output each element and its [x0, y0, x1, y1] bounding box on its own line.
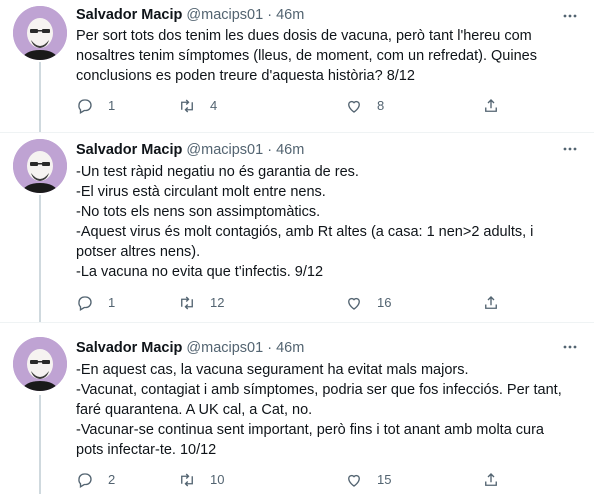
reply-button[interactable]: 1 — [76, 97, 115, 115]
tweet-text-line: Per sort tots dos tenim les dues dosis d… — [76, 28, 532, 44]
tweet-text-line: faré quarantena. A UK cal, a Cat, no. — [76, 402, 313, 418]
avatar-image — [13, 139, 67, 193]
author-name[interactable]: Salvador Macip — [76, 142, 182, 158]
reply-button[interactable]: 2 — [76, 471, 115, 489]
reply-icon — [78, 473, 92, 488]
tweet-header: Salvador Macip @macips01 · 46m — [76, 141, 304, 159]
retweet-icon — [181, 99, 193, 113]
tweet-text-line: conclusions es poden treure d'aquesta hi… — [76, 68, 415, 84]
avatar[interactable] — [13, 6, 67, 60]
share-button[interactable] — [482, 294, 500, 312]
retweet-icon — [181, 473, 193, 487]
tweet-text-line: -Vacunat, contagiat i amb símptomes, pod… — [76, 382, 562, 398]
share-icon — [485, 473, 497, 486]
tweet-text-line: potser altres nens). — [76, 244, 201, 260]
tweet-text-line: -Vacunar-se continua sent important, per… — [76, 422, 545, 438]
retweet-button[interactable]: 10 — [178, 471, 224, 489]
tweet-text-line: -La vacuna no evita que t'infectis. 9/12 — [76, 264, 324, 280]
author-handle[interactable]: @macips01 — [186, 142, 263, 158]
reply-count: 2 — [108, 472, 116, 487]
share-button[interactable] — [482, 97, 500, 115]
tweet-header: Salvador Macip @macips01 · 46m — [76, 339, 304, 357]
like-icon — [348, 297, 360, 310]
reply-count: 1 — [108, 98, 116, 113]
retweet-count: 10 — [210, 472, 225, 487]
separator-dot: · — [267, 142, 273, 158]
retweet-icon — [181, 296, 193, 310]
tweet-text-line: pots infectar-te. 10/12 — [76, 442, 217, 458]
author-name[interactable]: Salvador Macip — [76, 7, 182, 23]
avatar[interactable] — [13, 139, 67, 193]
tweet-actions: 2 10 15 — [76, 471, 506, 489]
tweet-text: -Un test ràpid negatiu no és garantia de… — [76, 162, 576, 282]
reply-icon — [78, 296, 92, 311]
share-button[interactable] — [482, 471, 500, 489]
retweet-button[interactable]: 12 — [178, 294, 224, 312]
timestamp[interactable]: 46m — [276, 340, 304, 356]
retweet-count: 12 — [210, 295, 225, 310]
tweet-text-line: -El virus està circulant molt entre nens… — [76, 184, 326, 200]
avatar[interactable] — [13, 337, 67, 391]
like-count: 16 — [377, 295, 392, 310]
tweet-text-line: nosaltres tenim símptomes (lleus, de mom… — [76, 48, 537, 64]
tweet-text-line: -Un test ràpid negatiu no és garantia de… — [76, 164, 359, 180]
timestamp[interactable]: 46m — [276, 142, 304, 158]
reply-icon — [78, 99, 92, 114]
reply-button[interactable]: 1 — [76, 294, 115, 312]
like-count: 15 — [377, 472, 392, 487]
like-icon — [348, 474, 360, 487]
separator-dot: · — [267, 340, 273, 356]
share-icon — [485, 99, 497, 112]
like-icon — [348, 100, 360, 113]
tweet-actions: 1 4 8 — [76, 97, 506, 115]
tweet-text-line: -Aquest virus és molt contagiós, amb Rt … — [76, 224, 534, 240]
author-handle[interactable]: @macips01 — [186, 7, 263, 23]
author-handle[interactable]: @macips01 — [186, 340, 263, 356]
tweet[interactable]: Salvador Macip @macips01 · 46m -En aques… — [0, 323, 594, 494]
share-icon — [485, 296, 497, 309]
retweet-count: 4 — [210, 98, 218, 113]
separator-dot: · — [267, 7, 273, 23]
like-button[interactable]: 15 — [345, 471, 391, 489]
author-name[interactable]: Salvador Macip — [76, 340, 182, 356]
tweet-text: -En aquest cas, la vacuna segurament ha … — [76, 360, 576, 460]
like-button[interactable]: 8 — [345, 97, 384, 115]
tweet-header: Salvador Macip @macips01 · 46m — [76, 6, 304, 24]
like-count: 8 — [377, 98, 385, 113]
tweet-text-line: -No tots els nens son assimptomàtics. — [76, 204, 321, 220]
tweet[interactable]: Salvador Macip @macips01 · 46m Per sort … — [0, 0, 594, 132]
more-icon[interactable] — [562, 8, 578, 24]
more-icon[interactable] — [562, 141, 578, 157]
avatar-image — [13, 337, 67, 391]
avatar-image — [13, 6, 67, 60]
timestamp[interactable]: 46m — [276, 7, 304, 23]
tweet-text-line: -En aquest cas, la vacuna segurament ha … — [76, 362, 469, 378]
tweet[interactable]: Salvador Macip @macips01 · 46m -Un test … — [0, 133, 594, 322]
like-button[interactable]: 16 — [345, 294, 391, 312]
retweet-button[interactable]: 4 — [178, 97, 217, 115]
tweet-text: Per sort tots dos tenim les dues dosis d… — [76, 26, 576, 86]
reply-count: 1 — [108, 295, 116, 310]
tweet-actions: 1 12 16 — [76, 294, 506, 312]
more-icon[interactable] — [562, 339, 578, 355]
